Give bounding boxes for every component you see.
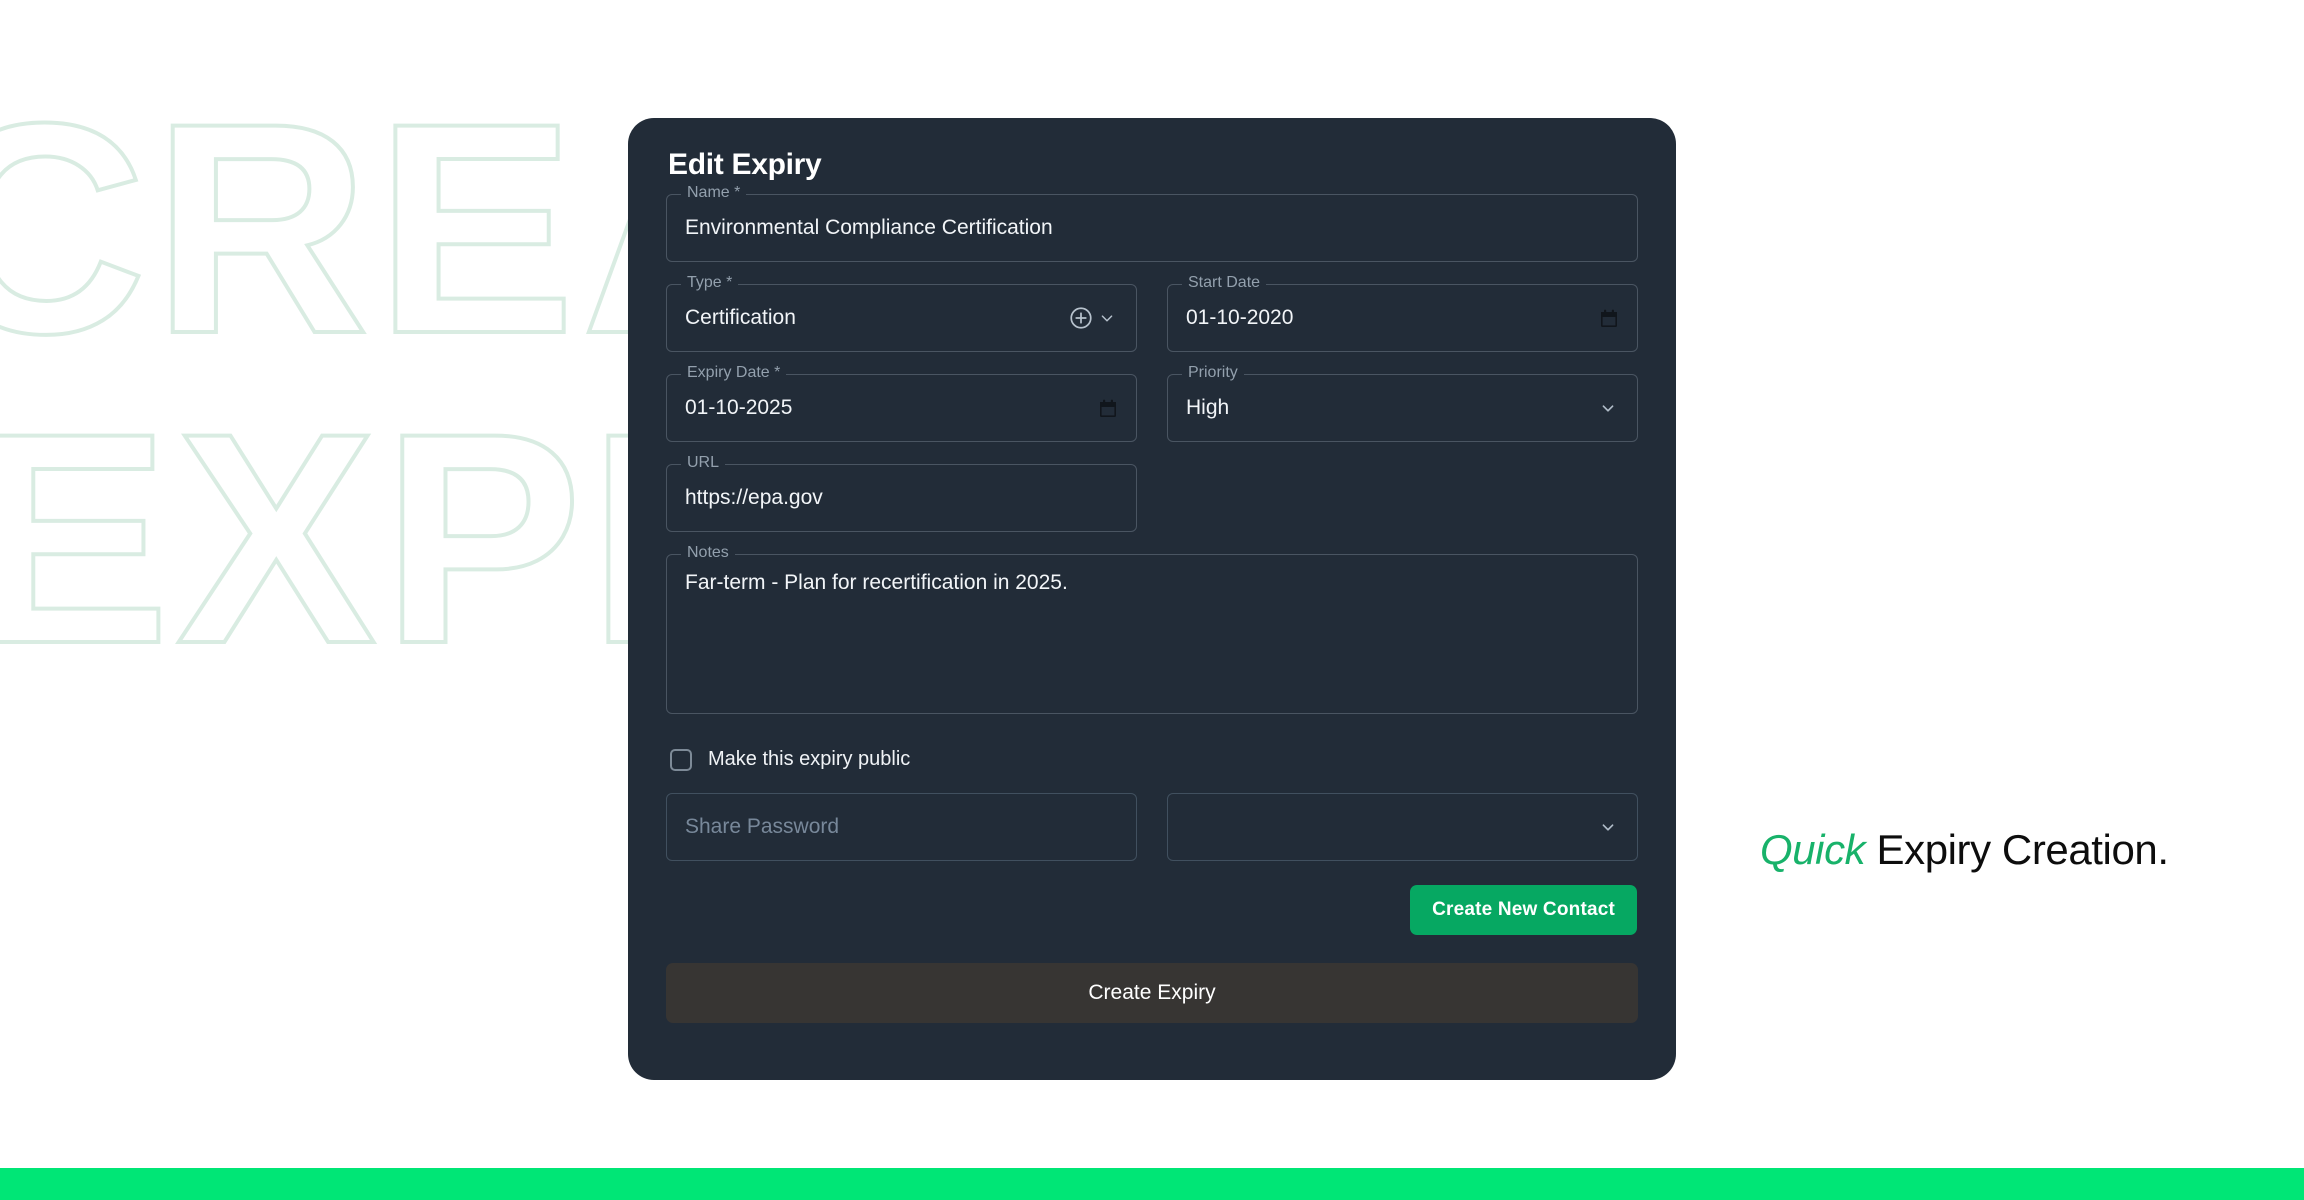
share-password-field[interactable]: Share Password [666,793,1137,861]
url-field-value: https://epa.gov [685,486,823,509]
form-row-expiry-priority: Expiry Date * 01-10-2025 Priority High [666,365,1638,442]
calendar-icon[interactable] [1098,398,1118,419]
notes-textarea[interactable]: Notes Far-term - Plan for recertificatio… [666,545,1638,714]
start-date-adornment[interactable] [1599,308,1619,329]
expiry-date-field-label: Expiry Date * [681,365,787,381]
url-field-label: URL [681,455,726,471]
make-public-label: Make this expiry public [708,748,911,770]
share-password-placeholder: Share Password [685,815,840,838]
contact-select-adornment[interactable] [1597,816,1619,838]
tagline-rest: Expiry Creation. [1865,826,2169,873]
expiry-date-adornment[interactable] [1098,398,1118,419]
edit-expiry-dialog: Edit Expiry Name * Environmental Complia… [628,118,1676,1080]
notes-field-wrapper: Notes Far-term - Plan for recertificatio… [666,545,1638,714]
url-field[interactable]: URL https://epa.gov [666,455,1138,532]
start-date-field-wrapper: Start Date 01-10-2020 [1167,275,1638,352]
priority-adornment[interactable] [1597,397,1619,419]
make-public-row[interactable]: Make this expiry public [666,748,1638,771]
create-contact-row: Create New Contact [666,885,1638,935]
priority-field-value: High [1186,396,1230,419]
chevron-down-icon[interactable] [1096,307,1118,329]
chevron-down-icon[interactable] [1597,816,1619,838]
priority-select[interactable]: Priority High [1167,365,1638,442]
make-public-checkbox[interactable] [670,748,692,771]
notes-field-label: Notes [681,545,735,561]
priority-field-wrapper: Priority High [1167,365,1638,442]
notes-field-value: Far-term - Plan for recertification in 2… [685,571,1068,594]
name-field-value: Environmental Compliance Certification [685,216,1053,239]
expiry-date-field[interactable]: Expiry Date * 01-10-2025 [666,365,1137,442]
contact-select-wrapper [1167,793,1638,861]
tagline-accent-word: Quick [1760,826,1866,873]
start-date-field-value: 01-10-2020 [1186,306,1294,329]
type-field-label: Type * [681,275,739,291]
page-title: Edit Expiry [668,148,822,181]
expiry-date-field-value: 01-10-2025 [685,396,793,419]
start-date-field-label: Start Date [1182,275,1267,291]
expiry-date-field-wrapper: Expiry Date * 01-10-2025 [666,365,1137,442]
tagline: Quick Expiry Creation. [1760,826,2180,875]
name-field[interactable]: Name * Environmental Compliance Certific… [666,185,1638,262]
form-row-notes: Notes Far-term - Plan for recertificatio… [666,545,1638,714]
url-field-wrapper: URL https://epa.gov [666,455,1138,532]
start-date-field[interactable]: Start Date 01-10-2020 [1167,275,1638,352]
contact-select[interactable] [1167,793,1638,861]
chevron-down-icon[interactable] [1597,397,1619,419]
priority-field-label: Priority [1182,365,1244,381]
create-new-contact-button[interactable]: Create New Contact [1410,885,1637,935]
plus-circle-icon[interactable] [1068,305,1094,331]
form-row-url: URL https://epa.gov [666,455,1638,532]
calendar-icon[interactable] [1599,308,1619,329]
type-field-adornment[interactable] [1068,305,1118,331]
bottom-accent-bar [0,1168,2304,1200]
type-field-value: Certification [685,306,796,329]
type-field[interactable]: Type * Certification [666,275,1137,352]
create-expiry-button[interactable]: Create Expiry [666,963,1638,1023]
form-row-share: Share Password [666,793,1638,861]
form-row-type-startdate: Type * Certification Start Date 01-10-20… [666,275,1638,352]
name-field-label: Name * [681,185,747,201]
type-field-wrapper: Type * Certification [666,275,1137,352]
share-password-wrapper: Share Password [666,793,1137,861]
